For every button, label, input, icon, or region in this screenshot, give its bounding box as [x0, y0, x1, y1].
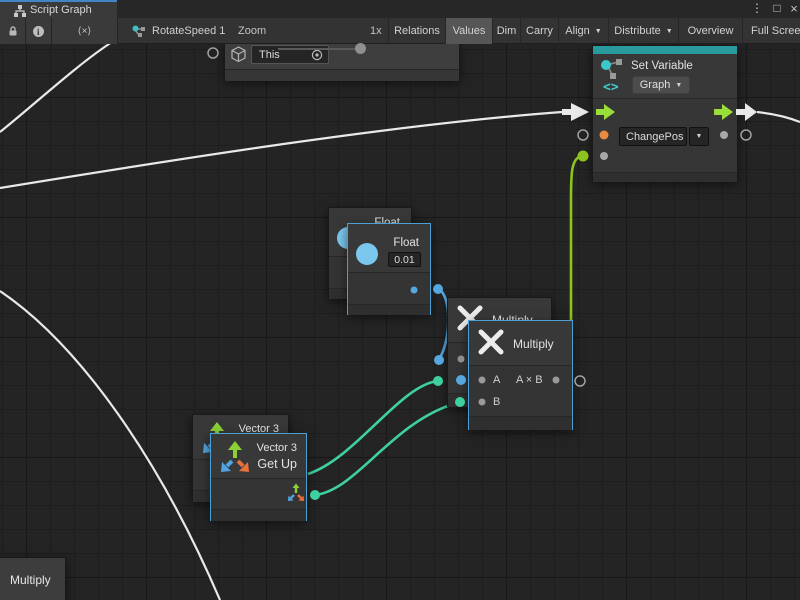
- variable-kind-dropdown[interactable]: Graph ▼: [632, 76, 690, 94]
- multiply-node[interactable]: Multiply A A × B B: [468, 320, 573, 430]
- code-view-button[interactable]: ⟨×⟩: [52, 18, 118, 44]
- variable-name-dropdown[interactable]: ChangePos: [619, 127, 687, 146]
- zoom-slider-handle[interactable]: [355, 43, 366, 54]
- float-node[interactable]: Float 0.01: [347, 223, 431, 315]
- vector3-icon: [217, 438, 253, 474]
- chevron-down-icon: ▼: [675, 82, 682, 89]
- node-title: Multiply: [513, 337, 554, 351]
- zoom-value: 1x: [370, 25, 382, 37]
- chevron-down-icon: ▼: [666, 28, 673, 35]
- toolbar-button-relations[interactable]: Relations: [388, 18, 445, 44]
- multiply-node-corner[interactable]: Multiply: [0, 557, 66, 600]
- float-icon: [356, 243, 378, 265]
- multiply-icon: [477, 328, 505, 356]
- graph-asset-icon: [132, 24, 146, 38]
- chevron-down-icon: ▼: [696, 133, 703, 140]
- zoom-slider-track[interactable]: [278, 48, 362, 50]
- code-icon: ⟨×⟩: [78, 26, 92, 37]
- graph-name: RotateSpeed 1: [152, 25, 225, 37]
- float-value-field[interactable]: 0.01: [388, 252, 421, 267]
- lock-icon: [7, 25, 19, 37]
- get-up-node[interactable]: Vector 3 Get Up: [210, 433, 307, 521]
- tab-script-graph[interactable]: Script Graph: [0, 0, 117, 18]
- vector3-output-port-icon[interactable]: [285, 482, 305, 502]
- unity-visual-scripting-window: Float Multiply Vector 3 Multiply: [0, 0, 800, 600]
- node-title: Vector 3: [257, 442, 297, 454]
- tab-label: Script Graph: [30, 4, 92, 16]
- tab-bar: Script Graph ⋮ □ ×: [0, 0, 800, 18]
- port-label-axb: A × B: [516, 374, 543, 386]
- port-label-a: A: [493, 374, 500, 386]
- window-close-button[interactable]: ×: [787, 0, 800, 18]
- variable-kind-accent-bar: [593, 46, 737, 54]
- chevron-down-icon: ▼: [595, 28, 602, 35]
- node-title: Float: [393, 237, 419, 249]
- port-label-b: B: [493, 396, 500, 408]
- this-field-value: This: [259, 49, 280, 61]
- toolbar-button-full-screen[interactable]: Full Screen: [742, 18, 800, 44]
- toolbar-button-values[interactable]: Values: [445, 18, 492, 44]
- zoom-label: Zoom: [238, 25, 266, 37]
- graph-toolbar: i ⟨×⟩ RotateSpeed 1 Zoom 1x Relations Va…: [0, 18, 800, 44]
- set-variable-icon: <>: [598, 57, 628, 93]
- gameobject-cube-icon: [230, 46, 247, 63]
- node-subtitle: Get Up: [257, 457, 297, 471]
- info-icon: i: [32, 25, 45, 38]
- node-title: Multiply: [10, 573, 51, 587]
- window-menu-button[interactable]: ⋮: [749, 0, 765, 18]
- set-variable-node[interactable]: <> Set Variable Graph ▼ ChangePos ▼: [592, 45, 738, 182]
- svg-text:<>: <>: [603, 80, 619, 93]
- info-button[interactable]: i: [26, 18, 52, 44]
- script-graph-icon: [14, 5, 26, 18]
- object-picker-icon[interactable]: [311, 49, 323, 61]
- toolbar-button-overview[interactable]: Overview: [678, 18, 742, 44]
- node-title: Set Variable: [631, 60, 693, 72]
- this-node[interactable]: This: [224, 41, 460, 81]
- variable-name-caret-button[interactable]: ▼: [689, 127, 709, 146]
- lock-button[interactable]: [0, 18, 26, 44]
- window-maximize-button[interactable]: □: [769, 0, 785, 18]
- toolbar-button-carry[interactable]: Carry: [520, 18, 558, 44]
- toolbar-button-distribute[interactable]: Distribute ▼: [608, 18, 678, 44]
- toolbar-button-dim[interactable]: Dim: [492, 18, 520, 44]
- toolbar-button-align[interactable]: Align ▼: [558, 18, 608, 44]
